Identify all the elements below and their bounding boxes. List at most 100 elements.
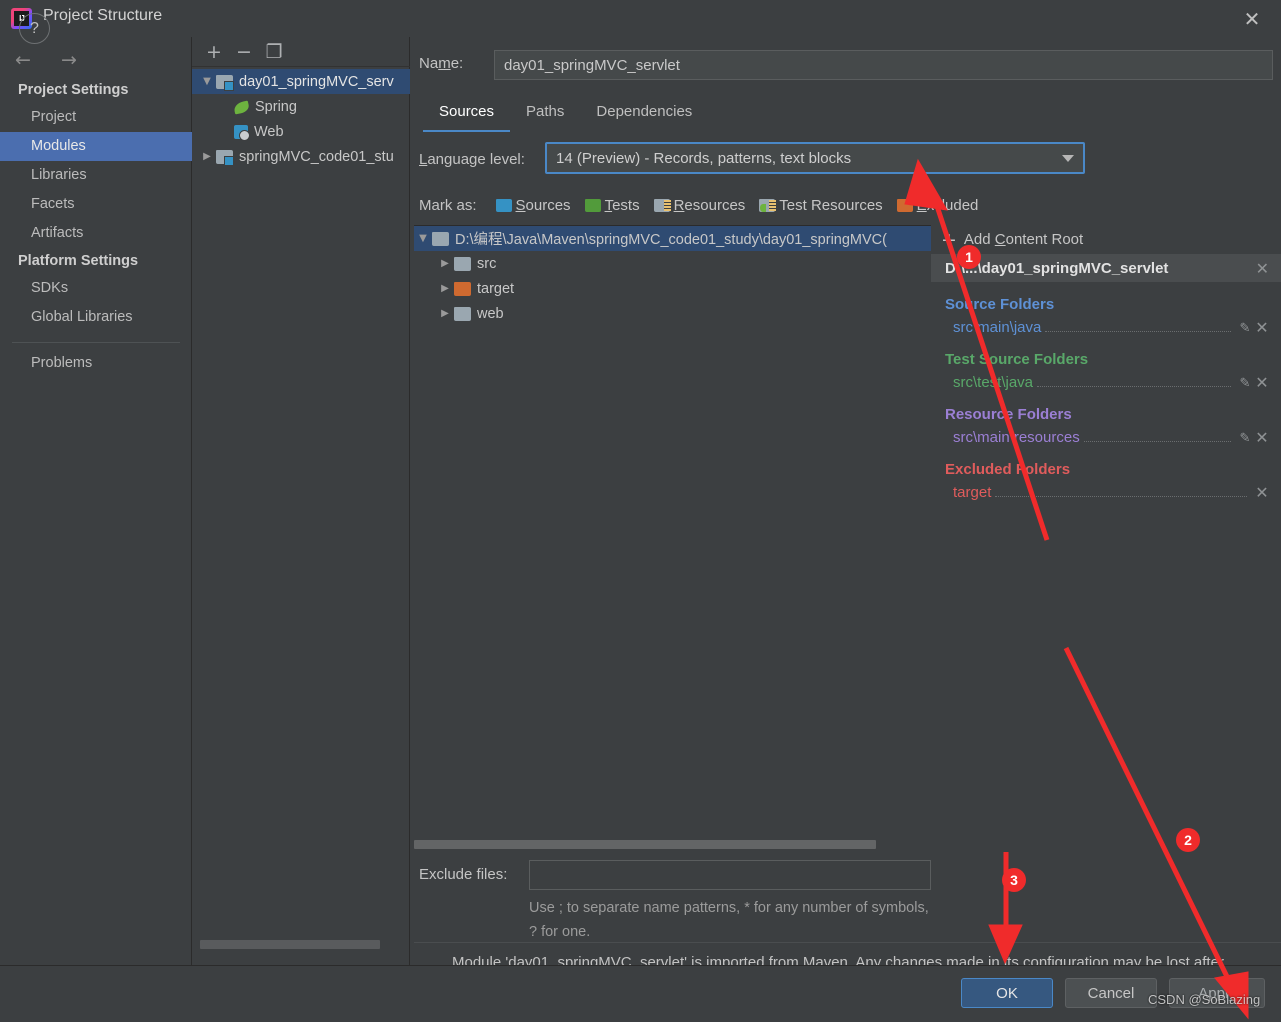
sidebar-item-problems[interactable]: Problems xyxy=(0,349,192,378)
dotted-filler xyxy=(995,484,1247,497)
mark-as-test-resources-label: Test Resources xyxy=(779,197,883,214)
test-source-folders-title: Test Source Folders xyxy=(945,351,1089,368)
close-icon[interactable]: ✕ xyxy=(1239,6,1265,32)
mark-as-excluded-label: Excluded xyxy=(916,197,979,214)
expand-twisty-icon[interactable]: ▼ xyxy=(414,233,432,244)
source-folders-title: Source Folders xyxy=(945,296,1055,313)
content-tree-label: target xyxy=(477,280,515,297)
resource-folder-path: src\main\resources xyxy=(953,429,1080,446)
resource-folder-row[interactable]: src\main\resources ✎ ✕ xyxy=(945,428,1281,447)
add-content-root-button[interactable]: + Add Content Root xyxy=(931,225,1281,254)
dotted-filler xyxy=(1037,374,1231,387)
help-button[interactable]: ? xyxy=(19,13,50,44)
resource-folders-title: Resource Folders xyxy=(945,406,1072,423)
collapse-twisty-icon[interactable]: ▶ xyxy=(436,308,454,319)
test-source-folder-row[interactable]: src\test\java ✎ ✕ xyxy=(945,373,1281,392)
tab-dependencies[interactable]: Dependencies xyxy=(580,97,708,132)
add-content-root-label: Add Content Root xyxy=(963,231,1084,248)
collapse-twisty-icon[interactable]: ▶ xyxy=(436,258,454,269)
sidebar-divider xyxy=(12,342,180,343)
close-icon[interactable]: ✕ xyxy=(1253,428,1271,447)
close-icon[interactable]: ✕ xyxy=(1253,483,1271,502)
module-tree-row-springmvc-code01[interactable]: ▶ springMVC_code01_stu xyxy=(192,144,410,169)
spring-leaf-icon xyxy=(233,100,250,114)
arrow-right-icon[interactable]: → xyxy=(56,47,82,73)
sidebar-item-sdks[interactable]: SDKs xyxy=(0,274,192,303)
language-level-select[interactable]: 14 (Preview) - Records, patterns, text b… xyxy=(545,142,1085,174)
sidebar-item-libraries[interactable]: Libraries xyxy=(0,161,192,190)
pencil-icon[interactable]: ✎ xyxy=(1237,320,1253,336)
tab-sources[interactable]: Sources xyxy=(423,97,511,132)
mark-as-resources-label: Resources xyxy=(673,197,746,214)
content-tree-horizontal-scrollbar[interactable] xyxy=(414,840,876,849)
modules-tree: ▼ day01_springMVC_serv Spring Web ▶ spri… xyxy=(192,69,410,169)
nav-arrows: ← → xyxy=(10,47,82,73)
add-module-button[interactable]: + xyxy=(200,39,228,65)
sidebar-item-project[interactable]: Project xyxy=(0,103,192,132)
excluded-folder-row[interactable]: target ✕ xyxy=(945,483,1281,502)
sidebar-list: Project Settings Project Modules Librari… xyxy=(0,77,192,378)
name-input[interactable] xyxy=(494,50,1273,80)
source-folders-group: Source Folders src\main\java ✎ ✕ xyxy=(931,296,1281,337)
dotted-filler xyxy=(1045,319,1231,332)
plus-icon: + xyxy=(941,228,957,251)
content-tree-row-web[interactable]: ▶ web xyxy=(414,301,932,326)
ok-button[interactable]: OK xyxy=(961,978,1053,1008)
name-row: Name: xyxy=(419,50,1279,80)
exclude-files-input[interactable] xyxy=(529,860,931,890)
apply-button[interactable]: Apply xyxy=(1169,978,1265,1008)
mark-as-row: Mark as: Sources Tests Resources Test Re… xyxy=(419,197,992,214)
chevron-down-icon[interactable] xyxy=(1062,155,1074,162)
modules-horizontal-scrollbar[interactable] xyxy=(200,940,380,949)
module-tree-row-web[interactable]: Web xyxy=(192,119,410,144)
module-tree-label: Web xyxy=(254,123,284,140)
source-folder-row[interactable]: src\main\java ✎ ✕ xyxy=(945,318,1281,337)
folder-orange-icon xyxy=(454,281,471,296)
excluded-folder-icon xyxy=(896,199,913,212)
mark-as-excluded-button[interactable]: Excluded xyxy=(896,197,979,214)
module-folder-icon xyxy=(216,74,234,91)
language-level-value: 14 (Preview) - Records, patterns, text b… xyxy=(556,149,852,167)
collapse-twisty-icon[interactable]: ▶ xyxy=(198,151,216,162)
cancel-button[interactable]: Cancel xyxy=(1065,978,1157,1008)
arrow-left-icon[interactable]: ← xyxy=(10,47,36,73)
content-tree-row-src[interactable]: ▶ src xyxy=(414,251,932,276)
sidebar-item-modules[interactable]: Modules xyxy=(0,132,192,161)
module-tree-row-day01[interactable]: ▼ day01_springMVC_serv xyxy=(192,69,410,94)
language-level-label: Language level: xyxy=(419,151,525,168)
close-icon[interactable]: ✕ xyxy=(1256,259,1269,278)
copy-module-button[interactable]: ❐ xyxy=(260,39,288,65)
sidebar-item-global-libraries[interactable]: Global Libraries xyxy=(0,303,192,332)
excluded-folders-group: Excluded Folders target ✕ xyxy=(931,461,1281,502)
web-facet-icon xyxy=(234,124,250,141)
mark-as-sources-label: Sources xyxy=(515,197,571,214)
mark-as-label: Mark as: xyxy=(419,197,477,214)
mark-as-tests-button[interactable]: Tests xyxy=(584,197,640,214)
content-roots-panel: + Add Content Root D:\...\day01_springMV… xyxy=(931,225,1281,805)
pencil-icon[interactable]: ✎ xyxy=(1237,375,1253,391)
expand-twisty-icon[interactable]: ▼ xyxy=(198,76,216,87)
test-source-folders-group: Test Source Folders src\test\java ✎ ✕ xyxy=(931,351,1281,392)
sources-folder-icon xyxy=(495,199,512,212)
module-folder-icon xyxy=(216,149,234,166)
pencil-icon[interactable]: ✎ xyxy=(1237,430,1253,446)
sidebar-item-artifacts[interactable]: Artifacts xyxy=(0,219,192,248)
tab-paths[interactable]: Paths xyxy=(510,97,580,132)
content-tree-row-root[interactable]: ▼ D:\编程\Java\Maven\springMVC_code01_stud… xyxy=(414,226,932,251)
close-icon[interactable]: ✕ xyxy=(1253,318,1271,337)
content-tree-row-target[interactable]: ▶ target xyxy=(414,276,932,301)
folder-icon xyxy=(454,256,471,271)
close-icon[interactable]: ✕ xyxy=(1253,373,1271,392)
sidebar-item-facets[interactable]: Facets xyxy=(0,190,192,219)
mark-as-sources-button[interactable]: Sources xyxy=(495,197,571,214)
module-tree-row-spring[interactable]: Spring xyxy=(192,94,410,119)
module-tree-label: springMVC_code01_stu xyxy=(239,148,394,165)
excluded-folders-title: Excluded Folders xyxy=(945,461,1071,478)
remove-module-button[interactable]: − xyxy=(230,39,258,65)
mark-as-test-resources-button[interactable]: Test Resources xyxy=(759,197,883,214)
content-root-header[interactable]: D:\...\day01_springMVC_servlet ✕ xyxy=(931,254,1281,282)
collapse-twisty-icon[interactable]: ▶ xyxy=(436,283,454,294)
mark-as-resources-button[interactable]: Resources xyxy=(653,197,746,214)
resources-folder-icon xyxy=(653,199,671,212)
tests-folder-icon xyxy=(584,199,601,212)
